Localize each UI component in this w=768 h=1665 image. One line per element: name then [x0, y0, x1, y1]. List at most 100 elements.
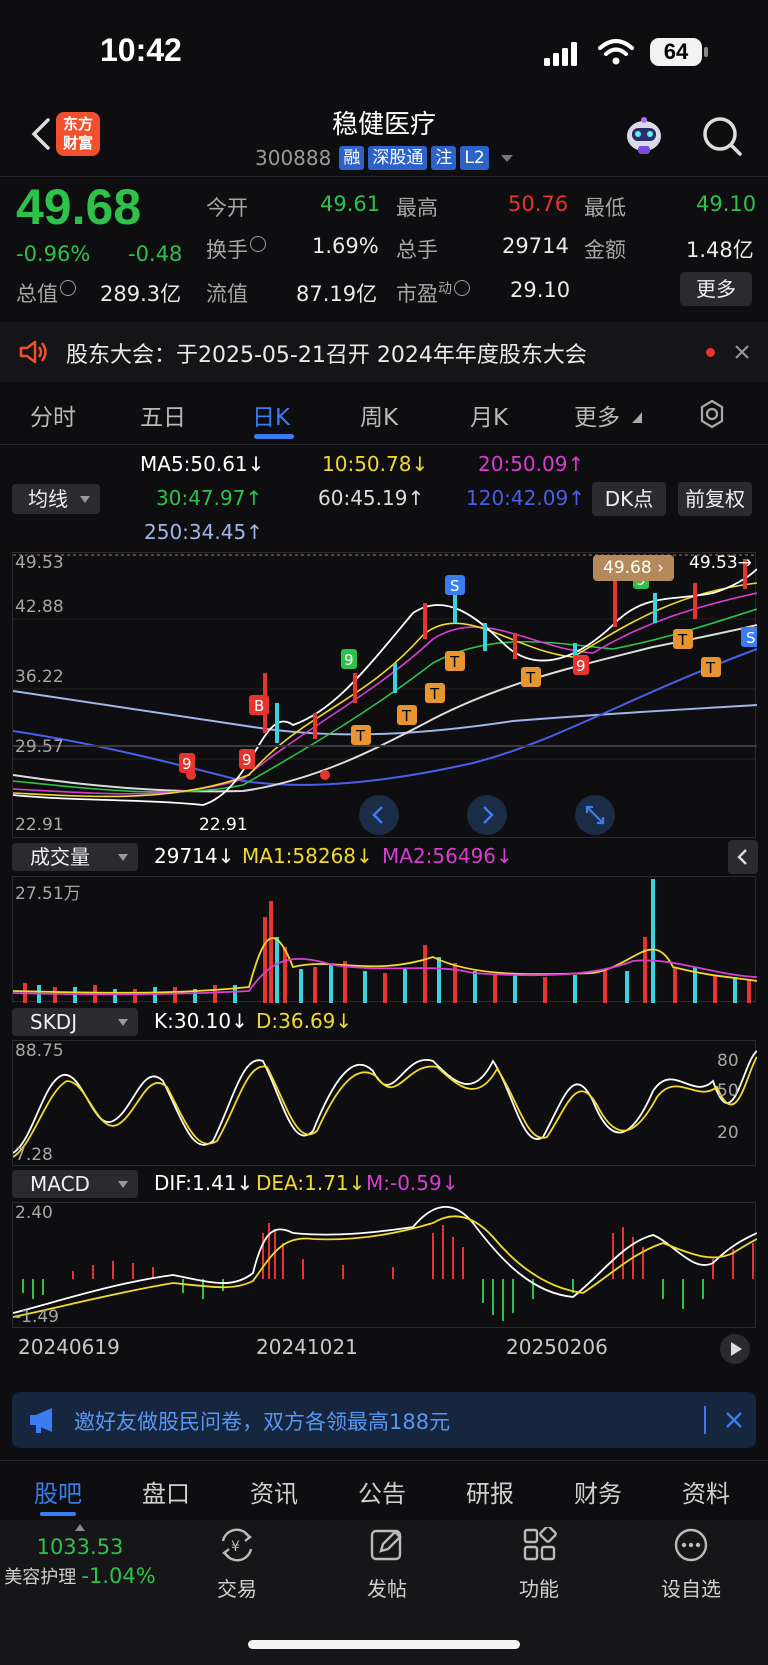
kline-panel[interactable]: B S S T T T T T T T 9 9 9 9 9 49.53 42.8…	[12, 552, 757, 838]
volume-ma2: MA2:56496↓	[382, 844, 513, 868]
more-quote-button[interactable]: 更多	[680, 272, 752, 306]
tab-more-caret-icon	[632, 412, 642, 423]
collapse-panel-button[interactable]	[728, 840, 758, 874]
notice-text: 股东大会：于2025-05-21召开 2024年年度股东大会	[66, 343, 587, 368]
tab-monthly-k[interactable]: 月K	[470, 398, 508, 432]
stock-code-row[interactable]: 300888 融 深股通 注 L2	[255, 144, 513, 172]
svg-text:9: 9	[344, 651, 354, 669]
volume-panel[interactable]: 27.51万	[12, 876, 757, 1003]
survey-banner[interactable]: 邀好友做股民问卷，双方各领最高188元	[12, 1392, 756, 1448]
bottom-tab-research[interactable]: 研报	[466, 1474, 514, 1509]
tab-weekly-k[interactable]: 周K	[360, 398, 398, 432]
info-icon[interactable]	[454, 280, 470, 296]
svg-text:S: S	[450, 577, 460, 595]
close-icon[interactable]	[734, 344, 750, 360]
dock-post-label: 发帖	[367, 1577, 407, 1601]
low-label: 最低	[584, 196, 626, 220]
expand-icon	[585, 805, 605, 825]
dock-post[interactable]: 发帖	[342, 1527, 432, 1602]
svg-text:T: T	[677, 631, 688, 649]
volume-label: 总手	[396, 238, 438, 262]
dock-functions-label: 功能	[519, 1577, 559, 1601]
bottom-tab-announcements[interactable]: 公告	[358, 1474, 406, 1509]
skdj-y-50: 50	[717, 1081, 739, 1101]
bottom-tab-orderbook[interactable]: 盘口	[142, 1474, 190, 1509]
high-value: 50.76	[508, 192, 569, 216]
skdj-selector[interactable]: SKDJ	[12, 1008, 138, 1036]
play-button[interactable]	[720, 1334, 750, 1364]
tab-intraday[interactable]: 分时	[30, 398, 76, 432]
survey-banner-text: 邀好友做股民问卷，双方各领最高188元	[74, 1410, 451, 1434]
ma5-value: MA5:50.61↓	[140, 452, 265, 476]
close-icon[interactable]	[724, 1410, 744, 1430]
period-tabs: 分时 五日 日K 周K 月K 更多	[0, 388, 768, 444]
grid-apps-icon	[523, 1525, 557, 1561]
tab-more[interactable]: 更多	[574, 398, 620, 432]
status-bar: 10:42 64	[0, 0, 768, 100]
skdj-chart	[13, 1050, 757, 1158]
tab-daily-k[interactable]: 日K	[252, 398, 290, 432]
scroll-left-button[interactable]	[359, 795, 399, 835]
sector-index-value: 1033.53	[36, 1535, 124, 1559]
tabs-divider	[0, 444, 768, 445]
dk-point-button[interactable]: DK点	[592, 482, 666, 516]
skdj-y-bottom: 7.28	[15, 1145, 53, 1165]
unread-dot	[706, 348, 715, 357]
tab-five-day[interactable]: 五日	[140, 398, 186, 432]
volume-selector[interactable]: 成交量	[12, 843, 138, 871]
scroll-right-button[interactable]	[467, 795, 507, 835]
svg-text:9: 9	[242, 751, 252, 769]
notice-bar[interactable]: 股东大会：于2025-05-21召开 2024年年度股东大会	[0, 322, 768, 382]
dock-add-watchlist[interactable]: 设自选	[646, 1527, 736, 1602]
macd-panel[interactable]: 2.40 -1.49	[12, 1202, 757, 1328]
x-date-2: 20241021	[256, 1335, 358, 1359]
macd-m: M:-0.59↓	[366, 1171, 459, 1195]
search-icon[interactable]	[700, 114, 744, 158]
pe-label-text: 市盈	[396, 282, 438, 306]
pe-dynamic-mark: 动	[438, 281, 452, 297]
sector-index[interactable]: 1033.53 美容护理 -1.04%	[0, 1524, 160, 1589]
chevron-down-icon	[80, 496, 90, 503]
x-date-1: 20240619	[18, 1335, 120, 1359]
gear-icon[interactable]	[696, 398, 728, 430]
svg-text:S: S	[746, 629, 756, 647]
adjust-button[interactable]: 前复权	[678, 482, 752, 516]
tag-registered: 注	[431, 146, 457, 170]
skdj-k: K:30.10↓	[154, 1009, 248, 1033]
chevron-right-icon	[483, 806, 494, 824]
mktcap-label-text: 总值	[16, 282, 58, 306]
expand-chart-button[interactable]	[575, 795, 615, 835]
robot-assistant-icon[interactable]	[622, 114, 666, 158]
info-icon[interactable]	[250, 236, 266, 252]
bottom-tab-news[interactable]: 资讯	[250, 1474, 298, 1509]
bottom-tab-profile[interactable]: 资料	[682, 1474, 730, 1509]
active-bottom-tab-underline	[40, 1512, 76, 1516]
svg-text:B: B	[254, 697, 264, 715]
low-value: 49.10	[696, 192, 757, 216]
app-root: 10:42 64 东方财富 稳健医疗 300888 融 深股通 注 L2 49.…	[0, 0, 768, 1665]
chevron-up-icon	[75, 1524, 85, 1531]
sector-index-name: 美容护理	[4, 1567, 77, 1588]
active-tab-underline	[254, 434, 294, 439]
ma-selector[interactable]: 均线	[12, 484, 100, 514]
amount-label: 金额	[584, 238, 626, 262]
kline-y-label-3: 36.22	[15, 667, 64, 687]
volume-value-label: 29714↓	[154, 844, 235, 868]
dock-functions[interactable]: 功能	[494, 1525, 584, 1602]
chevron-down-icon	[500, 154, 513, 162]
skdj-panel[interactable]: 88.75 80 50 20 7.28	[12, 1040, 757, 1166]
dock-trade[interactable]: ¥ 交易	[192, 1527, 282, 1602]
ma-selector-label: 均线	[28, 487, 68, 511]
battery-indicator: 64	[650, 38, 708, 66]
info-icon[interactable]	[60, 280, 76, 296]
svg-text:¥: ¥	[231, 1539, 240, 1555]
turnover-label-text: 换手	[206, 238, 248, 262]
macd-selector[interactable]: MACD	[12, 1170, 138, 1198]
bottom-tab-forum[interactable]: 股吧	[34, 1474, 82, 1509]
banner-divider	[704, 1406, 706, 1434]
bottom-tab-financials[interactable]: 财务	[574, 1474, 622, 1509]
svg-text:T: T	[429, 685, 440, 703]
ma250-value: 250:34.45↑	[144, 520, 263, 544]
change-percent: -0.96%	[16, 242, 91, 266]
change-amount: -0.48	[128, 242, 183, 266]
